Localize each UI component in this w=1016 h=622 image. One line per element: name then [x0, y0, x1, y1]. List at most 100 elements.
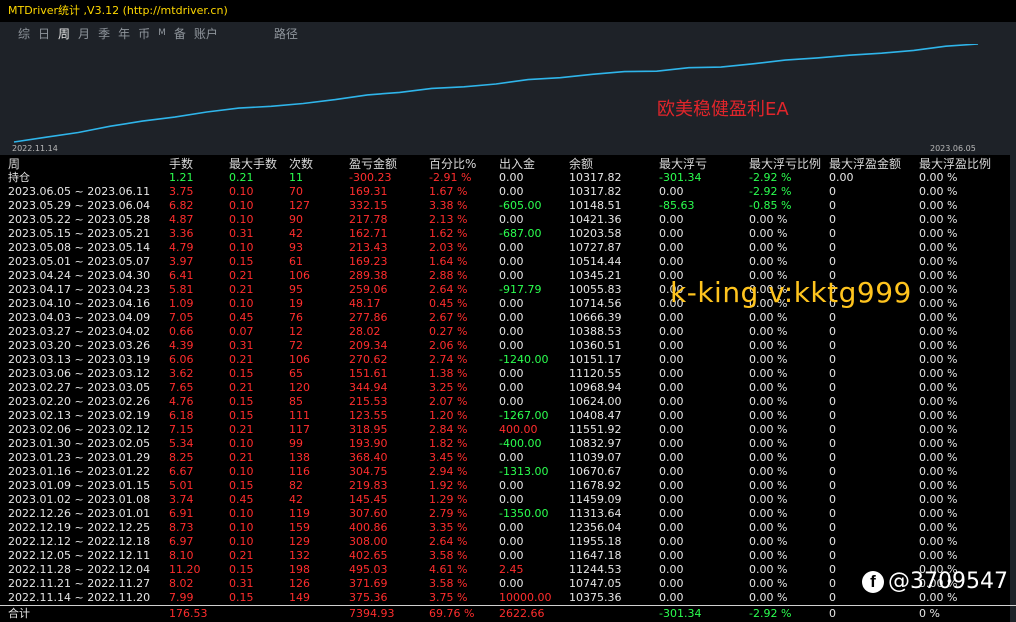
- table-cell: 72: [289, 339, 303, 352]
- tab-quarterly[interactable]: 季: [98, 25, 110, 42]
- table-cell: 2.13 %: [429, 213, 468, 226]
- table-cell: 0.00 %: [749, 213, 788, 226]
- table-row[interactable]: 2022.12.19 ~ 2022.12.25 8.73 0.10 159 400.86…: [0, 521, 1016, 535]
- table-cell: 2622.66: [499, 607, 545, 620]
- table-cell: 11678.92: [569, 479, 622, 492]
- table-cell: 0.00: [499, 269, 524, 282]
- table-cell: 0.00 %: [919, 185, 958, 198]
- table-row[interactable]: 2023.01.09 ~ 2023.01.15 5.01 0.15 82 219.83 1…: [0, 479, 1016, 493]
- table-row[interactable]: 2023.01.02 ~ 2023.01.08 3.74 0.45 42 145.45 1…: [0, 493, 1016, 507]
- table-cell: 2023.04.10 ~ 2023.04.16: [8, 297, 151, 310]
- table-cell: 0.00: [499, 325, 524, 338]
- table-row[interactable]: 2023.05.29 ~ 2023.06.04 6.82 0.10 127 332.15…: [0, 199, 1016, 213]
- table-row[interactable]: 2023.02.06 ~ 2023.02.12 7.15 0.21 117 318.95…: [0, 423, 1016, 437]
- tab-yearly[interactable]: 年: [118, 25, 130, 42]
- table-row[interactable]: 2023.05.08 ~ 2023.05.14 4.79 0.10 93 213.43 2…: [0, 241, 1016, 255]
- table-cell: 0.00 %: [749, 395, 788, 408]
- tab-monthly[interactable]: 月: [78, 25, 90, 42]
- table-cell: 0: [829, 311, 836, 324]
- table-cell: 344.94: [349, 381, 388, 394]
- table-cell: 3.38 %: [429, 199, 468, 212]
- table-cell: 0.00: [659, 591, 684, 604]
- table-cell: 318.95: [349, 423, 388, 436]
- tab-currency[interactable]: 币: [138, 25, 150, 42]
- table-row[interactable]: 2023.03.20 ~ 2023.03.26 4.39 0.31 72 209.34 2…: [0, 339, 1016, 353]
- table-row[interactable]: 2023.02.13 ~ 2023.02.19 6.18 0.15 111 123.55…: [0, 409, 1016, 423]
- table-row[interactable]: 2023.01.23 ~ 2023.01.29 8.25 0.21 138 368.40…: [0, 451, 1016, 465]
- tab-weekly[interactable]: 周: [58, 25, 70, 42]
- table-cell: 0: [829, 353, 836, 366]
- position-row[interactable]: 持仓 1.21 0.21 11 -300.23 -2.91 % 0.00 10317.82 -3…: [0, 171, 1016, 185]
- table-cell: 2023.04.24 ~ 2023.04.30: [8, 269, 151, 282]
- table-cell: 0.10: [229, 437, 254, 450]
- total-row[interactable]: 合计 176.53 7394.93 69.76 % 2622.66 -301.34 -2.9…: [0, 607, 1016, 621]
- table-cell: 4.87: [169, 213, 194, 226]
- column-header: 周: [8, 157, 21, 171]
- table-cell: 2022.12.26 ~ 2023.01.01: [8, 507, 151, 520]
- table-cell: 10360.51: [569, 339, 622, 352]
- table-row[interactable]: 2022.12.05 ~ 2022.12.11 8.10 0.21 132 402.65…: [0, 549, 1016, 563]
- tab-summary[interactable]: 综: [18, 25, 30, 42]
- table-cell: 149: [289, 591, 310, 604]
- table-cell: 0.00: [659, 521, 684, 534]
- table-row[interactable]: 2023.05.15 ~ 2023.05.21 3.36 0.31 42 162.71 1…: [0, 227, 1016, 241]
- table-row[interactable]: 2023.01.30 ~ 2023.02.05 5.34 0.10 99 193.90 1…: [0, 437, 1016, 451]
- table-cell: 3.74: [169, 493, 194, 506]
- table-cell: 217.78: [349, 213, 388, 226]
- table-cell: 4.39: [169, 339, 194, 352]
- table-cell: 8.73: [169, 521, 194, 534]
- tab-daily[interactable]: 日: [38, 25, 50, 42]
- table-row[interactable]: 2023.06.05 ~ 2023.06.11 3.75 0.10 70 169.31 1…: [0, 185, 1016, 199]
- table-row[interactable]: 2023.02.20 ~ 2023.02.26 4.76 0.15 85 215.53 2…: [0, 395, 1016, 409]
- table-cell: 48.17: [349, 297, 381, 310]
- table-cell: 0.10: [229, 185, 254, 198]
- table-cell: 0.00 %: [919, 465, 958, 478]
- table-cell: 10000.00: [499, 591, 552, 604]
- tab-backup[interactable]: 备: [174, 25, 186, 42]
- table-cell: 0.00: [499, 255, 524, 268]
- table-row[interactable]: 2023.03.27 ~ 2023.04.02 0.66 0.07 12 28.02 0.…: [0, 325, 1016, 339]
- table-cell: 10317.82: [569, 171, 622, 184]
- table-cell: 42: [289, 227, 303, 240]
- table-cell: 4.76: [169, 395, 194, 408]
- table-cell: 0: [829, 395, 836, 408]
- table-cell: 4.61 %: [429, 563, 468, 576]
- table-row[interactable]: 2022.12.26 ~ 2023.01.01 6.91 0.10 119 307.60…: [0, 507, 1016, 521]
- table-cell: 2.84 %: [429, 423, 468, 436]
- table-row[interactable]: 2023.05.01 ~ 2023.05.07 3.97 0.15 61 169.23 1…: [0, 255, 1016, 269]
- table-cell: 11313.64: [569, 507, 622, 520]
- table-cell: 0.31: [229, 577, 254, 590]
- table-cell: 0: [829, 521, 836, 534]
- table-row[interactable]: 2023.04.03 ~ 2023.04.09 7.05 0.45 76 277.86 2…: [0, 311, 1016, 325]
- table-cell: 0.00: [499, 381, 524, 394]
- table-cell: 10151.17: [569, 353, 622, 366]
- table-cell: 10666.39: [569, 311, 622, 324]
- table-row[interactable]: 2023.02.27 ~ 2023.03.05 7.65 0.21 120 344.94…: [0, 381, 1016, 395]
- table-cell: 270.62: [349, 353, 388, 366]
- table-cell: 116: [289, 465, 310, 478]
- table-cell: 6.91: [169, 507, 194, 520]
- tab-account[interactable]: 账户: [194, 25, 218, 42]
- table-row[interactable]: 2023.03.06 ~ 2023.03.12 3.62 0.15 65 151.61 1…: [0, 367, 1016, 381]
- table-row[interactable]: 2023.03.13 ~ 2023.03.19 6.06 0.21 106 270.62…: [0, 353, 1016, 367]
- table-cell: 10727.87: [569, 241, 622, 254]
- table-cell: -2.92 %: [749, 171, 792, 184]
- tab-m[interactable]: M: [158, 28, 166, 38]
- table-cell: 1.38 %: [429, 367, 468, 380]
- table-cell: 145.45: [349, 493, 388, 506]
- table-cell: -1350.00: [499, 507, 549, 520]
- table-cell: 106: [289, 269, 310, 282]
- table-cell: 2.88 %: [429, 269, 468, 282]
- table-cell: 0: [829, 255, 836, 268]
- table-cell: 0: [829, 479, 836, 492]
- table-cell: 198: [289, 563, 310, 576]
- tab-path[interactable]: 路径: [274, 25, 298, 42]
- table-header-row[interactable]: 周 手数 最大手数 次数 盈亏金额 百分比% 出入金 余额 最大浮亏 最大浮亏比例 最大浮盈金额 最大…: [0, 157, 1016, 171]
- table-cell: 3.58 %: [429, 549, 468, 562]
- table-row[interactable]: 2023.01.16 ~ 2023.01.22 6.67 0.10 116 304.75…: [0, 465, 1016, 479]
- table-cell: 0.00: [659, 451, 684, 464]
- table-cell: -85.63: [659, 199, 695, 212]
- table-row[interactable]: 2023.05.22 ~ 2023.05.28 4.87 0.10 90 217.78 2…: [0, 213, 1016, 227]
- table-cell: 65: [289, 367, 303, 380]
- table-row[interactable]: 2022.12.12 ~ 2022.12.18 6.97 0.10 129 308.00…: [0, 535, 1016, 549]
